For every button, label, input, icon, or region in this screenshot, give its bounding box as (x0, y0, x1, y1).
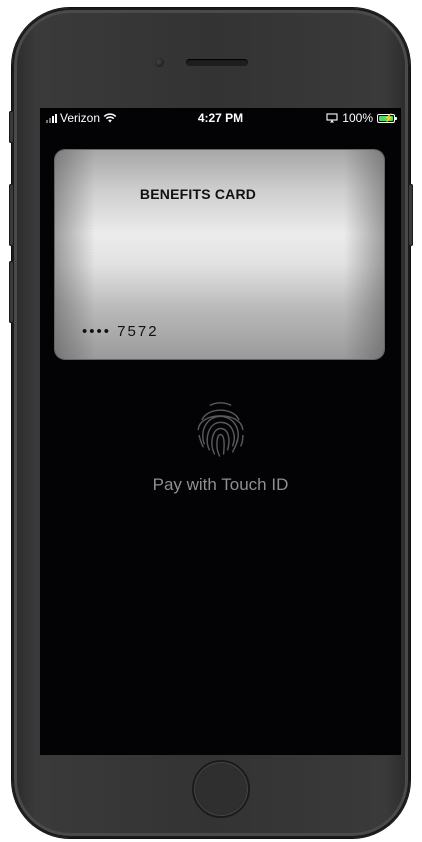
screen: Verizon 4:27 PM 100% ⚡ BENEFITS CARD •••… (40, 108, 401, 755)
earpiece-speaker (186, 59, 248, 66)
power-button (408, 184, 413, 246)
battery-percent: 100% (342, 111, 373, 125)
home-button[interactable] (192, 760, 250, 818)
fingerprint-icon[interactable] (190, 399, 251, 460)
volume-up-button (9, 184, 14, 246)
pay-with-touch-id-label: Pay with Touch ID (152, 475, 289, 494)
status-bar: Verizon 4:27 PM 100% ⚡ (40, 108, 401, 128)
card-title: BENEFITS CARD (139, 186, 257, 202)
status-right: 100% ⚡ (326, 111, 397, 125)
volume-down-button (9, 261, 14, 323)
benefits-card[interactable]: BENEFITS CARD •••• 7572 (55, 150, 384, 359)
screen-mirroring-icon (326, 113, 338, 123)
phone-frame: Verizon 4:27 PM 100% ⚡ BENEFITS CARD •••… (9, 8, 413, 838)
front-camera (155, 58, 164, 67)
card-number: •••• 7572 (82, 323, 159, 340)
battery-charging-icon: ⚡ (377, 113, 397, 123)
mute-switch (9, 111, 14, 143)
